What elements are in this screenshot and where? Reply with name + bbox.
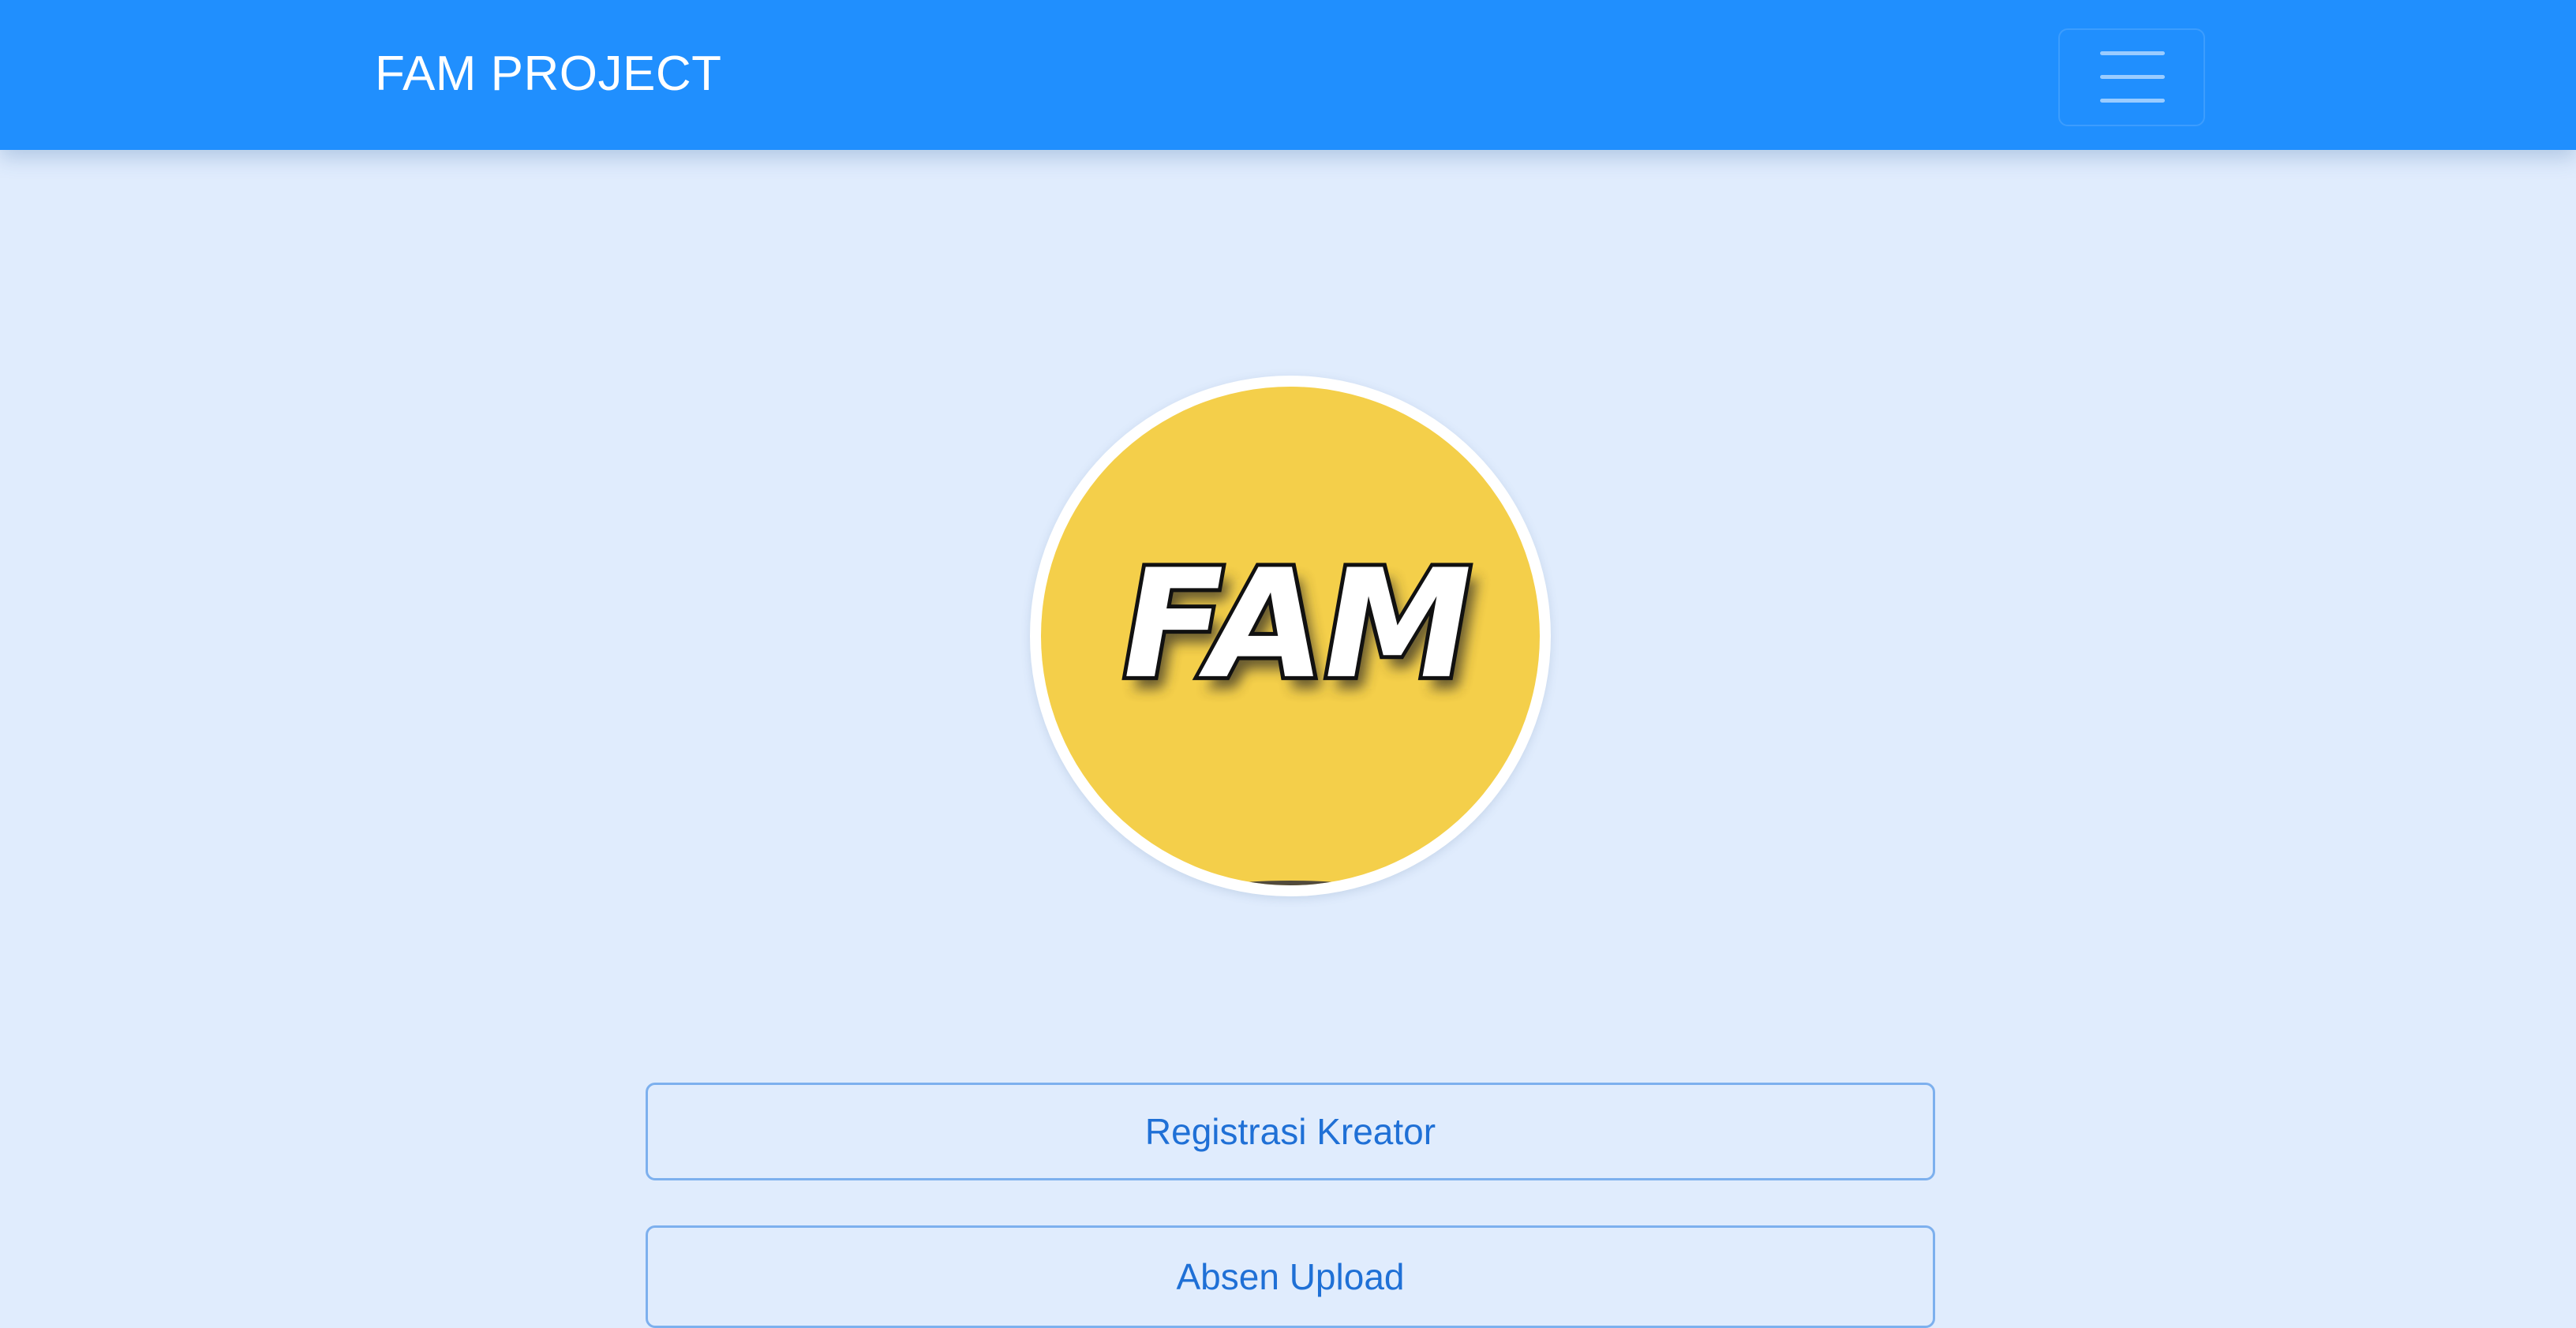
absen-upload-button[interactable]: Absen Upload [646,1225,1935,1328]
menu-toggle-button[interactable] [2058,28,2205,126]
fam-logo: FAM FAM [1030,376,1551,896]
brand-title[interactable]: FAM PROJECT [375,46,722,103]
hamburger-menu-icon [2100,51,2165,103]
logo-text: FAM [1106,537,1488,712]
navbar: FAM PROJECT [0,0,2576,150]
logo-circle: FAM FAM [1041,387,1540,885]
registrasi-kreator-button[interactable]: Registrasi Kreator [646,1083,1935,1180]
fam-logo-wordmark: FAM FAM [1103,533,1496,724]
logo-bottom-mark [1235,881,1346,885]
